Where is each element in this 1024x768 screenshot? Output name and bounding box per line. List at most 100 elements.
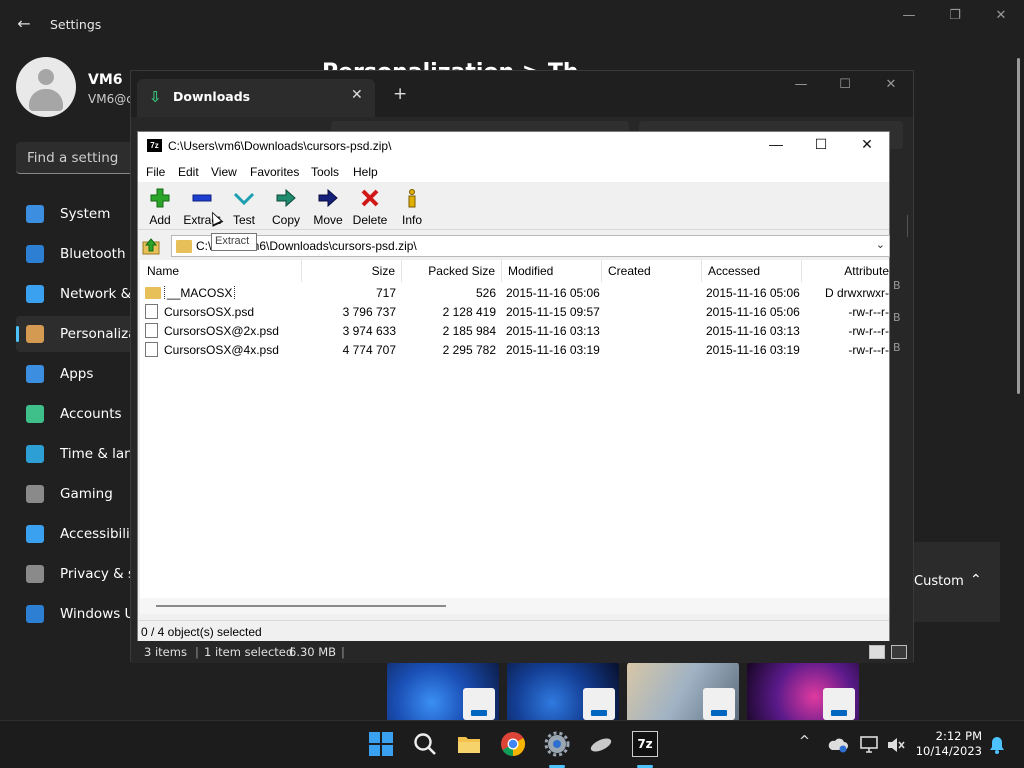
clock[interactable]: 2:12 PM 10/14/2023 xyxy=(910,729,982,759)
network-icon[interactable] xyxy=(860,736,880,754)
table-row[interactable]: CursorsOSX.psd 3 796 737 2 128 419 2015-11-… xyxy=(140,303,889,322)
path-input[interactable]: C:\ m6\Downloads\cursors-psd.zip\ ⌄ xyxy=(171,235,890,257)
cell-packed: 2 185 984 xyxy=(402,324,496,338)
sidebar-item[interactable]: Network & xyxy=(16,276,140,312)
explorer-minimize-button[interactable]: — xyxy=(787,77,815,92)
info-label: Info xyxy=(401,213,422,227)
sidebar-item[interactable]: Accessibility xyxy=(16,516,143,552)
sidebar-item[interactable]: Apps xyxy=(16,356,140,392)
sidebar-item[interactable]: Gaming xyxy=(16,476,140,512)
settings-scrollbar[interactable] xyxy=(1017,58,1020,394)
theme-thumbnail[interactable] xyxy=(507,662,619,720)
cell-size: 4 774 707 xyxy=(302,343,396,357)
chevron-up-icon[interactable]: ⌃ xyxy=(970,572,982,588)
move-button[interactable]: Move xyxy=(306,186,350,228)
close-tab-icon[interactable]: ✕ xyxy=(351,87,363,103)
table-row[interactable]: CursorsOSX@4x.psd 4 774 707 2 295 782 2015-… xyxy=(140,341,889,360)
search-icon[interactable] xyxy=(412,731,438,757)
chrome-icon[interactable] xyxy=(500,731,526,757)
sidebar-item[interactable]: Windows U xyxy=(16,596,140,632)
column-packed-size[interactable]: Packed Size xyxy=(402,260,502,282)
7zip-window: 7z C:\Users\vm6\Downloads\cursors-psd.zi… xyxy=(137,131,890,641)
test-button[interactable]: Test xyxy=(222,186,266,228)
chevron-down-icon[interactable]: ⌄ xyxy=(876,238,885,251)
close-button[interactable]: ✕ xyxy=(852,136,882,156)
start-icon[interactable] xyxy=(368,731,394,757)
theme-thumbnail[interactable] xyxy=(747,662,859,720)
mouse-app-icon[interactable] xyxy=(588,731,614,757)
settings-minimize-button[interactable]: — xyxy=(896,8,922,26)
tooltip: Extract xyxy=(211,233,257,251)
column-created[interactable]: Created xyxy=(602,260,702,282)
sidebar-item[interactable]: Privacy & se xyxy=(16,556,143,592)
cell-name: CursorsOSX.psd xyxy=(164,305,300,319)
packed-text: 526 xyxy=(475,286,496,300)
name-text: CursorsOSX@4x.psd xyxy=(164,343,279,357)
cell-name: __MACOSX xyxy=(164,286,300,300)
info-button[interactable]: Info xyxy=(390,186,434,228)
table-row[interactable]: CursorsOSX@2x.psd 3 974 633 2 185 984 2015-… xyxy=(140,322,889,341)
folder-icon xyxy=(176,240,192,253)
cell-accessed: 2015-11-16 03:13 xyxy=(706,324,802,338)
menu-favorites[interactable]: Favorites xyxy=(250,165,299,179)
table-row[interactable]: __MACOSX 717 526 2015-11-16 05:06 2015-11-16… xyxy=(140,284,889,303)
copy-button[interactable]: Copy xyxy=(264,186,308,228)
sidebar-item[interactable]: System xyxy=(16,196,140,232)
modified-text: 2015-11-16 05:06 xyxy=(506,286,600,300)
settings-titlebar: ← Settings — ❐ ✕ xyxy=(0,0,1024,48)
find-setting-input[interactable]: Find a setting xyxy=(16,142,140,174)
delete-label: Delete xyxy=(352,213,388,227)
column-name[interactable]: Name xyxy=(140,260,302,282)
sidebar-item[interactable]: Time & lang xyxy=(16,436,141,472)
volume-muted-icon[interactable] xyxy=(886,736,906,754)
find-setting-placeholder: Find a setting xyxy=(27,150,119,166)
onedrive-icon[interactable] xyxy=(828,736,848,754)
tab-downloads[interactable]: ⇩ Downloads ✕ xyxy=(137,79,375,117)
folder-up-icon[interactable] xyxy=(142,236,162,256)
sidebar-item[interactable]: Accounts xyxy=(16,396,140,432)
explorer-maximize-button[interactable]: ☐ xyxy=(831,77,859,92)
selection-count: 1 item selected xyxy=(204,645,294,659)
sidebar-item[interactable]: Personaliza xyxy=(16,316,140,352)
cell-packed: 2 295 782 xyxy=(402,343,496,357)
size-text: 4 774 707 xyxy=(342,343,396,357)
avatar[interactable] xyxy=(16,57,76,117)
new-tab-icon[interactable]: + xyxy=(393,84,407,104)
file-explorer-icon[interactable] xyxy=(456,731,482,757)
column-attributes[interactable]: Attribute xyxy=(802,260,889,282)
divider xyxy=(907,215,908,237)
theme-thumbnail[interactable] xyxy=(627,662,739,720)
settings-icon[interactable] xyxy=(544,731,570,757)
details-view-icon[interactable] xyxy=(869,645,885,659)
custom-theme-card[interactable]: Custom ⌃ xyxy=(912,542,1000,622)
menu-file[interactable]: File xyxy=(146,165,165,179)
test-icon xyxy=(234,192,254,206)
sidebar-item-label: Bluetooth & xyxy=(60,246,141,262)
column-accessed[interactable]: Accessed xyxy=(702,260,802,282)
menu-tools[interactable]: Tools xyxy=(311,165,339,179)
settings-close-button[interactable]: ✕ xyxy=(988,8,1014,26)
theme-thumbnail[interactable] xyxy=(387,662,499,720)
notification-bell-icon[interactable] xyxy=(988,736,1006,754)
menu-view[interactable]: View xyxy=(211,165,237,179)
add-button[interactable]: Add xyxy=(138,186,182,228)
size-text: 3 796 737 xyxy=(342,305,396,319)
7zip-icon[interactable]: 7z xyxy=(632,731,658,757)
maximize-button[interactable]: ☐ xyxy=(806,136,836,156)
sidebar-item[interactable]: Bluetooth & xyxy=(16,236,140,272)
settings-restore-button[interactable]: ❐ xyxy=(942,8,968,26)
explorer-close-button[interactable]: ✕ xyxy=(877,77,905,92)
column-size[interactable]: Size xyxy=(302,260,402,282)
menu-help[interactable]: Help xyxy=(353,165,378,179)
minimize-button[interactable]: — xyxy=(761,136,791,156)
attr-text: -rw-r--r- xyxy=(848,343,889,357)
horizontal-scrollbar[interactable] xyxy=(140,598,889,614)
chevron-up-icon[interactable]: ^ xyxy=(799,734,810,749)
back-arrow-icon[interactable]: ← xyxy=(14,14,34,34)
tiles-view-icon[interactable] xyxy=(891,645,907,659)
modified-text: 2015-11-15 09:57 xyxy=(506,305,600,319)
menu-edit[interactable]: Edit xyxy=(178,165,199,179)
status-bar: 0 / 4 object(s) selected xyxy=(138,620,889,641)
delete-button[interactable]: Delete xyxy=(348,186,392,228)
column-modified[interactable]: Modified xyxy=(502,260,602,282)
